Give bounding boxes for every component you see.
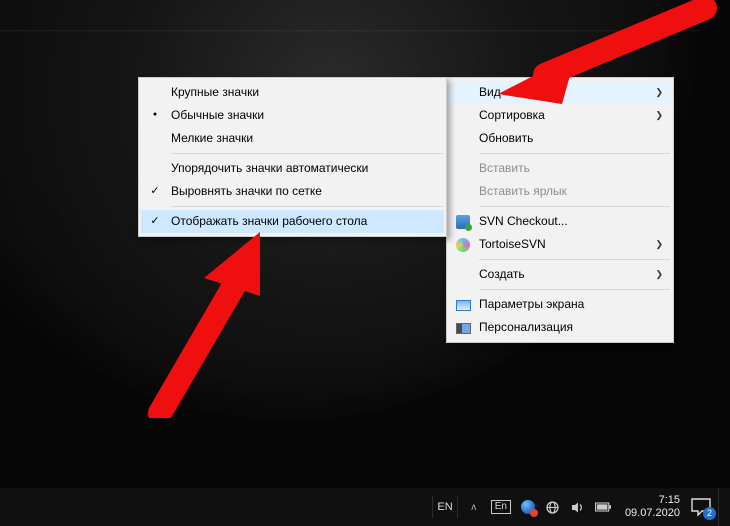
display-settings-icon bbox=[455, 297, 471, 313]
menu-item-auto-arrange[interactable]: Упорядочить значки автоматически bbox=[141, 157, 444, 180]
menu-item-label: SVN Checkout... bbox=[479, 214, 568, 228]
menu-item-personalization[interactable]: Персонализация bbox=[449, 316, 671, 339]
menu-item-sort[interactable]: Сортировка bbox=[449, 104, 671, 127]
menu-item-show-desktop-icons[interactable]: Отображать значки рабочего стола bbox=[141, 210, 444, 233]
clock-time: 7:15 bbox=[625, 494, 680, 507]
wallpaper-equator-line bbox=[0, 30, 700, 32]
menu-item-display-settings[interactable]: Параметры экрана bbox=[449, 293, 671, 316]
menu-item-label: Отображать значки рабочего стола bbox=[171, 214, 367, 228]
menu-item-label: Мелкие значки bbox=[171, 131, 253, 145]
submenu-arrow-icon bbox=[655, 81, 663, 104]
menu-item-label: Создать bbox=[479, 267, 525, 281]
submenu-arrow-icon bbox=[655, 233, 663, 256]
clock-date: 09.07.2020 bbox=[625, 507, 680, 520]
menu-item-align-grid[interactable]: Выровнять значки по сетке bbox=[141, 180, 444, 203]
taskbar-separator bbox=[457, 496, 458, 518]
battery-icon[interactable] bbox=[595, 499, 611, 515]
lang-code[interactable]: EN bbox=[437, 501, 452, 513]
menu-item-new[interactable]: Создать bbox=[449, 263, 671, 286]
menu-item-paste-shortcut: Вставить ярлык bbox=[449, 180, 671, 203]
menu-separator bbox=[171, 206, 443, 207]
menu-item-label: Вид bbox=[479, 85, 501, 99]
menu-separator bbox=[479, 289, 670, 290]
keyboard-layout-badge[interactable]: En bbox=[491, 500, 511, 514]
desktop-context-menu: Вид Сортировка Обновить Вставить Вставит… bbox=[446, 77, 674, 343]
taskbar-separator bbox=[432, 496, 433, 518]
menu-separator bbox=[479, 259, 670, 260]
svn-checkout-icon bbox=[455, 214, 471, 230]
network-icon[interactable] bbox=[545, 499, 561, 515]
volume-icon[interactable] bbox=[570, 499, 586, 515]
menu-item-svn-checkout[interactable]: SVN Checkout... bbox=[449, 210, 671, 233]
notification-count-badge: 2 bbox=[703, 507, 716, 520]
submenu-arrow-icon bbox=[655, 263, 663, 286]
menu-item-label: Упорядочить значки автоматически bbox=[171, 161, 368, 175]
tray-overflow-chevron-icon[interactable]: ʌ bbox=[466, 499, 482, 515]
check-mark-icon bbox=[141, 180, 169, 203]
menu-item-label: TortoiseSVN bbox=[479, 237, 546, 251]
desktop[interactable]: Вид Сортировка Обновить Вставить Вставит… bbox=[0, 0, 730, 526]
show-desktop-button[interactable] bbox=[718, 488, 724, 526]
menu-item-tortoisesvn[interactable]: TortoiseSVN bbox=[449, 233, 671, 256]
action-center-button[interactable]: 2 bbox=[688, 495, 714, 519]
menu-item-large-icons[interactable]: Крупные значки bbox=[141, 81, 444, 104]
menu-separator bbox=[479, 153, 670, 154]
tray: ʌ En bbox=[462, 499, 615, 515]
menu-item-label: Вставить ярлык bbox=[479, 184, 567, 198]
personalization-icon bbox=[455, 320, 471, 336]
tray-app-icon[interactable] bbox=[520, 499, 536, 515]
menu-separator bbox=[171, 153, 443, 154]
menu-item-small-icons[interactable]: Мелкие значки bbox=[141, 127, 444, 150]
menu-item-label: Обновить bbox=[479, 131, 533, 145]
menu-item-label: Крупные значки bbox=[171, 85, 259, 99]
tortoisesvn-icon bbox=[455, 237, 471, 253]
menu-item-label: Выровнять значки по сетке bbox=[171, 184, 322, 198]
menu-item-paste: Вставить bbox=[449, 157, 671, 180]
submenu-arrow-icon bbox=[655, 104, 663, 127]
menu-item-label: Обычные значки bbox=[171, 108, 264, 122]
menu-item-label: Вставить bbox=[479, 161, 530, 175]
menu-separator bbox=[479, 206, 670, 207]
menu-item-view[interactable]: Вид bbox=[449, 81, 671, 104]
menu-item-refresh[interactable]: Обновить bbox=[449, 127, 671, 150]
menu-item-label: Сортировка bbox=[479, 108, 545, 122]
menu-item-label: Параметры экрана bbox=[479, 297, 584, 311]
bullet-mark-icon bbox=[141, 104, 169, 128]
check-mark-icon bbox=[141, 210, 169, 233]
menu-item-medium-icons[interactable]: Обычные значки bbox=[141, 104, 444, 127]
taskbar-clock[interactable]: 7:15 09.07.2020 bbox=[625, 494, 680, 520]
view-submenu: Крупные значки Обычные значки Мелкие зна… bbox=[138, 77, 447, 237]
taskbar: EN ʌ En 7:15 09.07.2020 2 bbox=[0, 488, 730, 526]
menu-item-label: Персонализация bbox=[479, 320, 573, 334]
